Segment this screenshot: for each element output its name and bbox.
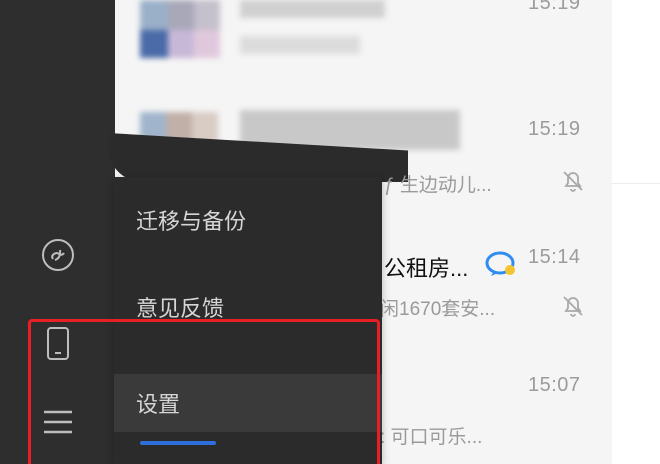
chat-time: 15:07 [528, 374, 581, 396]
conversation-pane-edge [612, 0, 660, 464]
chat-preview: 闲1670套安... [380, 299, 496, 320]
mini-program-icon[interactable] [40, 237, 76, 273]
chat-time: 15:19 [528, 118, 581, 140]
chat-preview: : 可口可乐... [380, 427, 483, 448]
menu-item-migrate-backup[interactable]: 迁移与备份 [114, 191, 382, 249]
chat-bubble-icon [485, 251, 515, 276]
mute-bell-icon [563, 296, 583, 317]
avatar[interactable] [140, 0, 220, 60]
chat-time: 15:14 [528, 246, 581, 268]
chat-preview: ƒ 生边动儿... [384, 175, 492, 196]
highlight-box [28, 319, 380, 464]
mute-bell-icon [563, 171, 583, 192]
list-divider [612, 183, 660, 184]
chat-time: 15:19 [528, 0, 581, 14]
chat-name-blurred [240, 0, 385, 56]
chat-name: 公租房... [384, 256, 469, 281]
